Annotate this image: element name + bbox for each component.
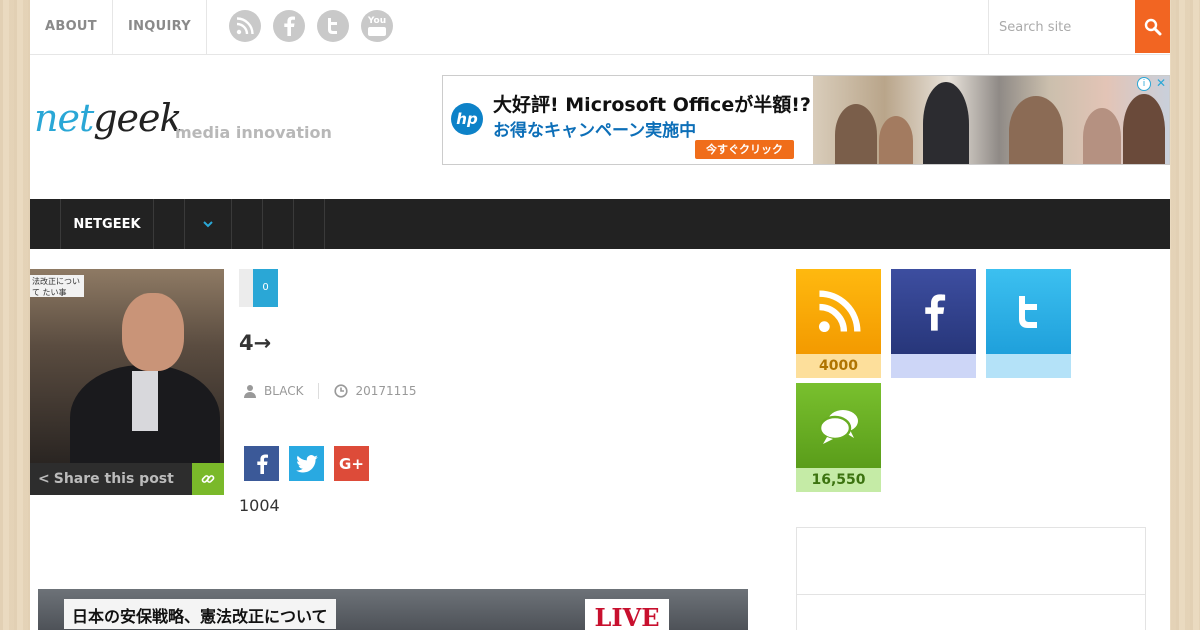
comments-count: 16,550 — [796, 468, 881, 492]
twitter-count — [986, 354, 1071, 378]
comments-icon — [796, 383, 881, 468]
chevron-down-icon — [203, 220, 213, 227]
ad-banner[interactable]: hp 大好評! Microsoft Officeが半額!? お得なキャンペーン実… — [442, 75, 1170, 165]
nav-item-empty[interactable] — [294, 199, 325, 249]
search-box — [988, 0, 1170, 54]
share-this-post[interactable]: < Share this post — [30, 463, 192, 495]
rss-icon — [796, 269, 881, 354]
hp-logo: hp — [451, 103, 483, 135]
youtube-icon[interactable]: You — [361, 10, 393, 42]
facebook-icon[interactable] — [273, 10, 305, 42]
share-icon: < — [38, 471, 50, 487]
info-icon[interactable]: i — [1137, 77, 1151, 91]
post-author[interactable]: BLACK — [264, 384, 303, 398]
ad-cta-button[interactable]: 今すぐクリック — [695, 140, 794, 159]
nav-item-empty[interactable] — [232, 199, 263, 249]
top-bar: ABOUT INQUIRY You — [30, 0, 1170, 55]
youtube-text: You — [367, 15, 387, 26]
facebook-count — [891, 354, 976, 378]
thumbnail-caption: 法改正について たい事 — [30, 275, 84, 297]
facebook-counter[interactable] — [891, 269, 976, 378]
comment-count[interactable]: 0 — [253, 269, 278, 307]
nav-item-netgeek[interactable]: NETGEEK — [61, 199, 154, 249]
nav-inquiry-link[interactable]: INQUIRY — [113, 0, 207, 54]
link-icon — [201, 475, 215, 483]
site-logo[interactable]: netgeek — [34, 96, 183, 140]
social-links: You — [229, 10, 393, 42]
main-nav: NETGEEK — [30, 199, 1170, 249]
share-label: Share this post — [53, 471, 174, 487]
logo-net-text: net — [34, 96, 94, 140]
site-tagline: media innovation — [175, 123, 332, 142]
comments-counter[interactable]: 16,550 — [796, 383, 881, 492]
google-plus-icon: G+ — [339, 454, 364, 473]
twitter-icon[interactable] — [317, 10, 349, 42]
share-facebook-button[interactable] — [244, 446, 279, 481]
embedded-video[interactable]: 日本の安保戦略、憲法改正について LIVE — [38, 589, 748, 630]
facebook-icon — [891, 269, 976, 354]
comment-bubble — [239, 269, 253, 307]
twitter-counter[interactable] — [986, 269, 1071, 378]
clock-icon — [334, 384, 349, 398]
post-thumbnail[interactable]: 法改正について たい事 < Share this post — [30, 269, 224, 495]
user-icon — [244, 385, 256, 398]
post-excerpt: 1004 — [239, 496, 280, 515]
live-badge: LIVE — [585, 599, 669, 630]
search-icon — [1144, 18, 1162, 35]
share-buttons: G+ — [244, 446, 369, 481]
ad-headline: 大好評! Microsoft Officeが半額!? — [493, 94, 811, 116]
ad-subline: お得なキャンペーン実施中 — [493, 121, 697, 141]
page: ABOUT INQUIRY You Search site netgeek me… — [30, 0, 1170, 630]
post-date: 20171115 — [355, 384, 417, 398]
share-google-plus-button[interactable]: G+ — [334, 446, 369, 481]
top-nav: ABOUT INQUIRY — [30, 0, 207, 54]
twitter-icon — [986, 269, 1071, 354]
post-meta: BLACK 20171115 — [243, 383, 417, 399]
close-icon[interactable]: ✕ — [1156, 76, 1166, 90]
rss-counter[interactable]: 4000 — [796, 269, 881, 378]
twitter-icon — [295, 454, 318, 472]
post-title[interactable]: 4→ — [239, 331, 271, 355]
nav-about-link[interactable]: ABOUT — [30, 0, 113, 54]
video-caption: 日本の安保戦略、憲法改正について — [64, 599, 336, 629]
nav-dropdown-toggle[interactable] — [185, 199, 232, 249]
permalink-button[interactable] — [192, 463, 224, 495]
nav-item-empty[interactable] — [154, 199, 185, 249]
sidebar-widget — [796, 527, 1146, 630]
nav-item-empty[interactable] — [263, 199, 294, 249]
facebook-icon — [256, 454, 268, 474]
search-button[interactable] — [1135, 0, 1170, 53]
rss-count: 4000 — [796, 354, 881, 378]
rss-icon[interactable] — [229, 10, 261, 42]
share-twitter-button[interactable] — [289, 446, 324, 481]
search-input[interactable] — [989, 0, 1129, 54]
logo-geek-text: geek — [93, 96, 182, 140]
ad-photo — [813, 76, 1169, 164]
